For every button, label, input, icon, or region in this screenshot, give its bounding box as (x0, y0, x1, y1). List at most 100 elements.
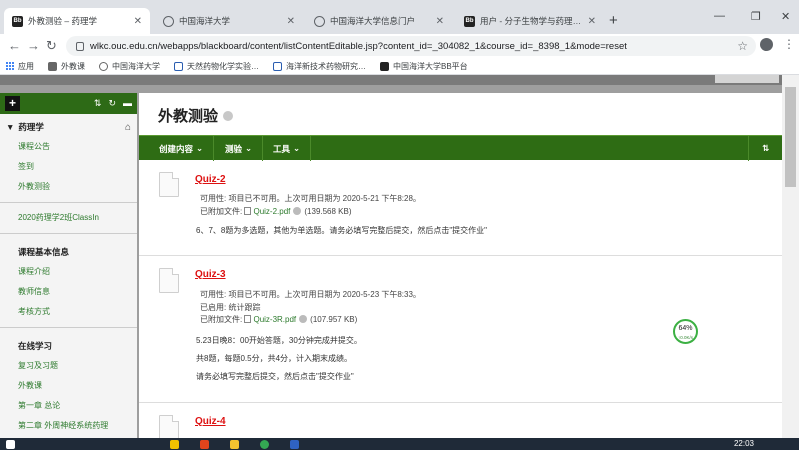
clock: 22:03 (733, 439, 754, 448)
globe-icon (314, 15, 325, 27)
taskbar: 22:03 (0, 438, 799, 450)
item-title-link[interactable]: Quiz-2 (195, 174, 226, 185)
bookmark-item[interactable]: 中国海洋大学BB平台 (380, 61, 468, 72)
minimize-icon[interactable]: — (714, 10, 725, 22)
attachment-link[interactable]: Quiz-2.pdf (253, 207, 290, 216)
view-icon[interactable] (293, 206, 302, 215)
item-title-link[interactable]: Quiz-4 (195, 416, 226, 427)
chrome-icon[interactable] (260, 440, 269, 449)
tab-title: 中国海洋大学信息门户 (330, 16, 416, 26)
divider (0, 327, 137, 328)
chevron-down-icon: ⌄ (245, 143, 253, 153)
close-icon[interactable]: ✕ (287, 16, 295, 27)
file-icon (244, 206, 252, 215)
content-area: 外教测验 创建内容 ⌄ 测验 ⌄ 工具 ⌄ ⇅ Quiz-2 可用性: 项目已不… (139, 93, 782, 438)
chevron-down-icon[interactable] (223, 110, 234, 121)
create-content-button[interactable]: 创建内容 ⌄ (149, 136, 215, 161)
top-strip (0, 75, 799, 85)
bookmark-label: 应用 (18, 61, 34, 71)
folder-icon[interactable]: ▬ (123, 98, 132, 109)
word-icon[interactable] (290, 440, 299, 449)
divider (0, 233, 137, 234)
tracking-text: 已启用: 统计跟踪 (200, 302, 261, 312)
refresh-icon[interactable]: ↻ (108, 98, 116, 109)
attachment-link[interactable]: Quiz-3R.pdf (253, 315, 296, 324)
assessments-button[interactable]: 测验 ⌄ (215, 136, 264, 161)
app-icon[interactable] (200, 440, 209, 449)
bookmarks-bar: 应用 外教课 中国海洋大学 天然药物化学实验… 海洋新技术药物研究… 中国海洋大… (0, 58, 799, 75)
back-icon[interactable]: ← (8, 38, 21, 53)
bookmark-icon (273, 61, 282, 71)
tab-active[interactable]: Bb 外教测验 – 药理学 ✕ (4, 8, 150, 34)
menu-item[interactable]: 2020药理学2班ClassIn (0, 208, 137, 228)
bookmark-item[interactable]: 中国海洋大学 (99, 61, 160, 72)
window-close-icon[interactable]: ✕ (781, 10, 790, 23)
network-speed-badge: 64% ↑0.0K/s (673, 319, 698, 344)
windows-start-icon[interactable] (6, 440, 15, 449)
view-icon[interactable] (299, 315, 308, 323)
menu-section-title: 在线学习 (18, 341, 53, 351)
bookmark-apps[interactable]: 应用 (6, 61, 34, 72)
menu-item[interactable]: 外教测验 (0, 177, 137, 197)
tab-title: 外教测验 – 药理学 (28, 16, 97, 26)
tab-title: 用户 - 分子生物学与药理学（中… (480, 16, 583, 26)
bookmark-item[interactable]: 海洋新技术药物研究… (273, 61, 366, 72)
address-bar[interactable]: wlkc.ouc.edu.cn/webapps/blackboard/conte… (66, 36, 756, 56)
blackboard-icon: Bb (464, 15, 475, 27)
content-item: Quiz-4 (139, 403, 782, 438)
globe-icon (163, 15, 174, 27)
app-icon[interactable] (230, 440, 239, 449)
blackboard-icon (380, 61, 389, 71)
add-menu-item-icon[interactable]: + (5, 96, 20, 111)
course-menu-header: + ⇅ ↻ ▬ (0, 93, 137, 114)
page-title: 外教测验 (158, 105, 234, 126)
profile-icon[interactable] (760, 38, 773, 51)
menu-item[interactable]: 课程公告 (0, 137, 137, 157)
content-item: Quiz-2 可用性: 项目已不可用。上次可用日期为 2020-5-21 下午8… (139, 160, 782, 256)
star-icon[interactable]: ☆ (737, 39, 748, 53)
menu-section-title: 课程基本信息 (18, 247, 70, 257)
menu-item[interactable]: 考核方式 (0, 302, 137, 322)
reorder-button[interactable]: ⇅ (748, 136, 782, 161)
home-icon[interactable]: ⌂ (125, 122, 131, 133)
document-icon (159, 172, 179, 197)
folder-icon[interactable] (170, 440, 179, 449)
page-viewport: + ⇅ ↻ ▬ ▼ 药理学 ⌂ 课程公告 签到 外教测验 2020药理学2班Cl… (0, 75, 799, 438)
item-title-link[interactable]: Quiz-3 (195, 269, 226, 280)
menu-item[interactable]: 第二章 外周神经系统药理 (0, 416, 137, 436)
menu-icon[interactable]: ⋮ (783, 37, 795, 51)
menu-section-title[interactable]: ▼ 药理学 ⌂ (0, 114, 137, 137)
close-icon[interactable]: ✕ (588, 16, 596, 27)
availability-text: 可用性: 项目已不可用。上次可用日期为 2020-5-21 下午8:28。 (200, 194, 421, 203)
menu-item[interactable]: 外教课 (0, 376, 137, 396)
scrollbar-thumb[interactable] (785, 87, 796, 187)
chevron-down-icon: ⌄ (293, 143, 301, 153)
bookmark-label: 中国海洋大学BB平台 (393, 61, 468, 71)
close-icon[interactable]: ✕ (134, 16, 142, 27)
course-menu: + ⇅ ↻ ▬ ▼ 药理学 ⌂ 课程公告 签到 外教测验 2020药理学2班Cl… (0, 93, 137, 438)
scrollbar[interactable] (782, 75, 799, 438)
menu-item[interactable]: 第一章 总论 (0, 396, 137, 416)
close-icon[interactable]: ✕ (436, 16, 444, 27)
tab-title: 中国海洋大学 (179, 16, 231, 26)
chevron-down-icon: ⌄ (196, 143, 204, 153)
bookmark-item[interactable]: 外教课 (48, 61, 85, 72)
bookmark-item[interactable]: 天然药物化学实验… (174, 61, 259, 72)
menu-item[interactable]: 教师信息 (0, 282, 137, 302)
menu-item[interactable]: 签到 (0, 157, 137, 177)
menu-item[interactable]: 课程介绍 (0, 262, 137, 282)
tools-button[interactable]: 工具 ⌄ (263, 136, 312, 161)
tab[interactable]: 中国海洋大学信息门户 ✕ (306, 8, 452, 34)
forward-icon[interactable]: → (27, 38, 40, 53)
menu-item[interactable]: 复习及习题 (0, 356, 137, 376)
reload-icon[interactable]: ↻ (46, 38, 57, 54)
new-tab-icon[interactable]: + (609, 12, 618, 29)
attachment-line: 已附加文件: Quiz-3R.pdf (107.957 KB) (200, 315, 358, 324)
tab-strip: Bb 外教测验 – 药理学 ✕ 中国海洋大学 ✕ 中国海洋大学信息门户 ✕ Bb… (0, 0, 799, 34)
tab[interactable]: Bb 用户 - 分子生物学与药理学（中… ✕ (456, 8, 604, 34)
item-details: 可用性: 项目已不可用。上次可用日期为 2020-5-21 下午8:28。 已附… (200, 193, 421, 218)
tab[interactable]: 中国海洋大学 ✕ (155, 8, 303, 34)
maximize-icon[interactable]: ❐ (751, 10, 761, 23)
item-details: 可用性: 项目已不可用。上次可用日期为 2020-5-23 下午8:33。 已启… (200, 289, 421, 327)
sort-icon[interactable]: ⇅ (94, 98, 102, 109)
